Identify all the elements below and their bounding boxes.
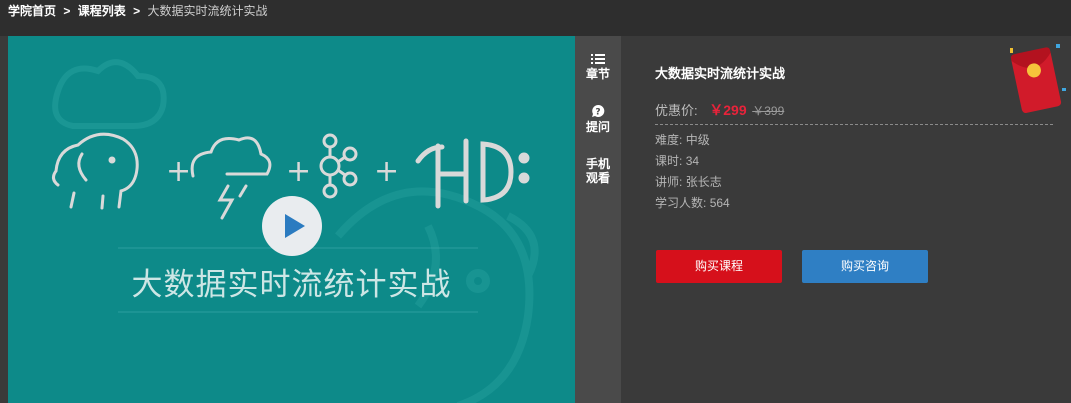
price-label: 优惠价:	[655, 103, 698, 118]
play-button[interactable]	[262, 196, 322, 256]
breadcrumb-home-link[interactable]: 学院首页	[8, 4, 56, 18]
plus-sign: +	[374, 154, 399, 189]
tool-question[interactable]: ? 提问	[575, 104, 621, 134]
list-icon	[591, 54, 605, 64]
price-current: ￥299	[709, 102, 747, 118]
meta-students: 学习人数: 564	[655, 195, 730, 211]
breadcrumb-list-link[interactable]: 课程列表	[78, 4, 126, 18]
price-row: 优惠价: ￥299 ￥399	[655, 100, 784, 120]
meta-difficulty: 难度: 中级	[655, 132, 710, 148]
tool-chapters-label: 章节	[585, 67, 610, 81]
hadoop-elephant-icon	[51, 132, 139, 210]
breadcrumb-current: 大数据实时流统计实战	[147, 4, 268, 18]
dashed-divider	[655, 124, 1053, 125]
side-tool-strip: 章节 ? 提问 手机 观看	[575, 36, 621, 403]
red-envelope-icon[interactable]	[1004, 40, 1070, 120]
difficulty-label: 难度:	[655, 133, 683, 147]
watermark-cloud-icon	[52, 59, 167, 129]
course-title: 大数据实时流统计实战	[655, 66, 786, 81]
storm-cloud-icon	[190, 136, 272, 220]
students-label: 学习人数:	[655, 196, 707, 210]
svg-text:?: ?	[595, 108, 600, 118]
meta-lessons: 课时: 34	[655, 153, 699, 169]
buy-course-button[interactable]: 购买课程	[656, 250, 782, 283]
tool-question-label: 提问	[585, 120, 610, 134]
poster-title: 大数据实时流统计实战	[131, 267, 452, 302]
teacher-label: 讲师:	[655, 175, 683, 189]
plus-sign: +	[286, 154, 311, 189]
students-value: 564	[709, 196, 730, 210]
top-bar: 学院首页 > 课程列表 > 大数据实时流统计实战	[0, 0, 1071, 36]
teacher-value: 张长志	[685, 175, 722, 189]
kafka-icon	[319, 133, 358, 199]
plus-sign: +	[166, 154, 191, 189]
breadcrumb-separator: >	[133, 4, 141, 18]
play-icon	[285, 214, 305, 238]
lessons-value: 34	[685, 154, 700, 168]
tool-mobile-watch[interactable]: 手机 观看	[575, 157, 621, 185]
breadcrumb: 学院首页 > 课程列表 > 大数据实时流统计实战	[8, 3, 267, 19]
price-original: ￥399	[752, 104, 785, 118]
meta-teacher: 讲师: 张长志	[655, 174, 722, 190]
purchase-consult-button[interactable]: 购买咨询	[802, 250, 928, 283]
breadcrumb-separator: >	[63, 4, 71, 18]
video-poster[interactable]: + + + 大数据实时流统计实战	[8, 36, 575, 403]
difficulty-value: 中级	[685, 133, 710, 147]
tool-mobile-label-line1: 手机	[585, 157, 610, 171]
tool-mobile-label-line2: 观看	[585, 171, 610, 185]
lessons-label: 课时:	[655, 154, 683, 168]
question-bubble-icon: ?	[592, 104, 605, 118]
tool-chapters[interactable]: 章节	[575, 53, 621, 81]
